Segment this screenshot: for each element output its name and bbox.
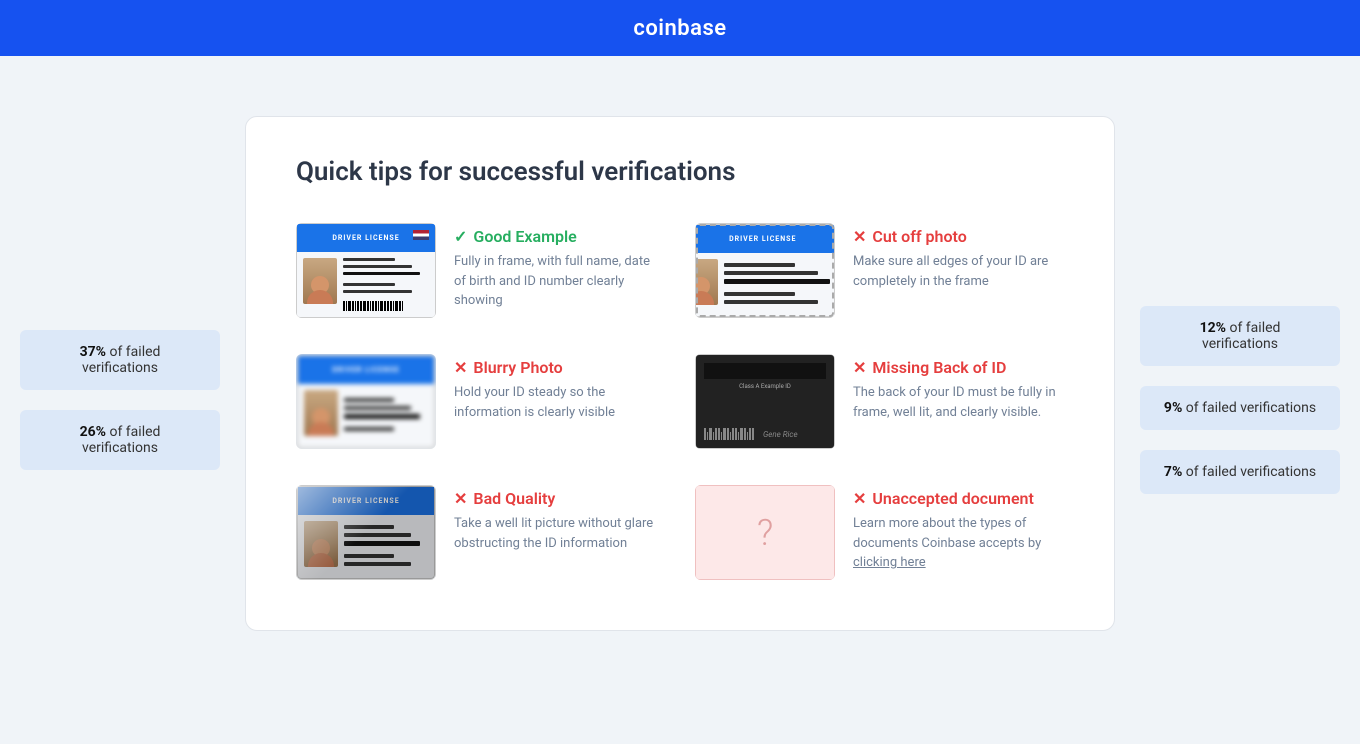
left-stat-1: 37% of failed verifications — [20, 330, 220, 390]
tip-image-good: DRIVER LICENSE — [296, 223, 436, 318]
tip-title-row-blurry: ✕ Blurry Photo — [454, 358, 665, 377]
right-stat-2: 9% of failed verifications — [1140, 386, 1340, 430]
cross-icon-back: ✕ — [853, 358, 866, 377]
right-stats-panel: 12% of failed verifications 9% of failed… — [1140, 306, 1340, 494]
cross-icon-bad: ✕ — [454, 489, 467, 508]
tip-desc-unaccepted: Learn more about the types of documents … — [853, 514, 1064, 573]
tip-content-back: ✕ Missing Back of ID The back of your ID… — [853, 354, 1064, 422]
app-header: coinbase — [0, 0, 1360, 56]
tip-title-bad-quality: Bad Quality — [473, 489, 555, 508]
tip-title-unaccepted: Unaccepted document — [872, 489, 1033, 508]
tip-content-bad: ✕ Bad Quality Take a well lit picture wi… — [454, 485, 665, 553]
tip-content-unaccepted: ✕ Unaccepted document Learn more about t… — [853, 485, 1064, 573]
right-stat-3: 7% of failed verifications — [1140, 450, 1340, 494]
tip-blurry: DRIVER LICENSE — [296, 354, 665, 449]
tip-desc-back: The back of your ID must be fully in fra… — [853, 383, 1064, 422]
tip-title-cutoff: Cut off photo — [872, 227, 966, 246]
tip-title-row-unaccepted: ✕ Unaccepted document — [853, 489, 1064, 508]
tip-unaccepted: ? ✕ Unaccepted document Learn more about… — [695, 485, 1064, 580]
cross-icon-unaccepted: ✕ — [853, 489, 866, 508]
left-stat-1-percent: 37% — [80, 344, 106, 360]
tip-desc-cutoff: Make sure all edges of your ID are compl… — [853, 252, 1064, 291]
check-icon: ✓ — [454, 227, 467, 246]
right-stat-2-percent: 9% — [1164, 400, 1182, 416]
page-title: Quick tips for successful verifications — [296, 157, 1064, 187]
tip-desc-good-example: Fully in frame, with full name, date of … — [454, 252, 665, 311]
tip-desc-bad-quality: Take a well lit picture without glare ob… — [454, 514, 665, 553]
right-stat-2-label: of failed verifications — [1186, 400, 1316, 416]
tip-content-blurry: ✕ Blurry Photo Hold your ID steady so th… — [454, 354, 665, 422]
tip-title-back: Missing Back of ID — [872, 358, 1006, 377]
tip-content-good: ✓ Good Example Fully in frame, with full… — [454, 223, 665, 311]
page-body: 37% of failed verifications 26% of faile… — [0, 56, 1360, 744]
tip-title-row-good: ✓ Good Example — [454, 227, 665, 246]
tip-title-good-example: Good Example — [473, 227, 576, 246]
coinbase-logo: coinbase — [633, 16, 726, 41]
tip-title-row-bad: ✕ Bad Quality — [454, 489, 665, 508]
question-mark-icon: ? — [757, 512, 773, 554]
tip-bad-quality: DRIVER LICENSE — [296, 485, 665, 580]
tip-image-unaccepted: ? — [695, 485, 835, 580]
tip-image-back: Class A Example ID — [695, 354, 835, 449]
cross-icon-blurry: ✕ — [454, 358, 467, 377]
clicking-here-link[interactable]: clicking here — [853, 555, 926, 570]
tip-title-row-cutoff: ✕ Cut off photo — [853, 227, 1064, 246]
right-stat-3-percent: 7% — [1164, 464, 1182, 480]
tip-good-example: DRIVER LICENSE — [296, 223, 665, 318]
cross-icon-cutoff: ✕ — [853, 227, 866, 246]
left-stat-2: 26% of failed verifications — [20, 410, 220, 470]
tip-missing-back: Class A Example ID — [695, 354, 1064, 449]
tip-image-blurry: DRIVER LICENSE — [296, 354, 436, 449]
tips-card: Quick tips for successful verifications … — [245, 116, 1115, 631]
tip-desc-blurry: Hold your ID steady so the information i… — [454, 383, 665, 422]
tip-image-bad: DRIVER LICENSE — [296, 485, 436, 580]
tips-grid: DRIVER LICENSE — [296, 223, 1064, 580]
right-stat-1: 12% of failed verifications — [1140, 306, 1340, 366]
tip-cut-off: DRIVER LICENSE — [695, 223, 1064, 318]
tip-content-cutoff: ✕ Cut off photo Make sure all edges of y… — [853, 223, 1064, 291]
tip-image-cutoff: DRIVER LICENSE — [695, 223, 835, 318]
right-stat-3-label: of failed verifications — [1186, 464, 1316, 480]
left-stats-panel: 37% of failed verifications 26% of faile… — [20, 330, 220, 470]
tip-title-row-back: ✕ Missing Back of ID — [853, 358, 1064, 377]
tip-title-blurry: Blurry Photo — [473, 358, 562, 377]
left-stat-2-percent: 26% — [80, 424, 106, 440]
right-stat-1-percent: 12% — [1200, 320, 1226, 336]
